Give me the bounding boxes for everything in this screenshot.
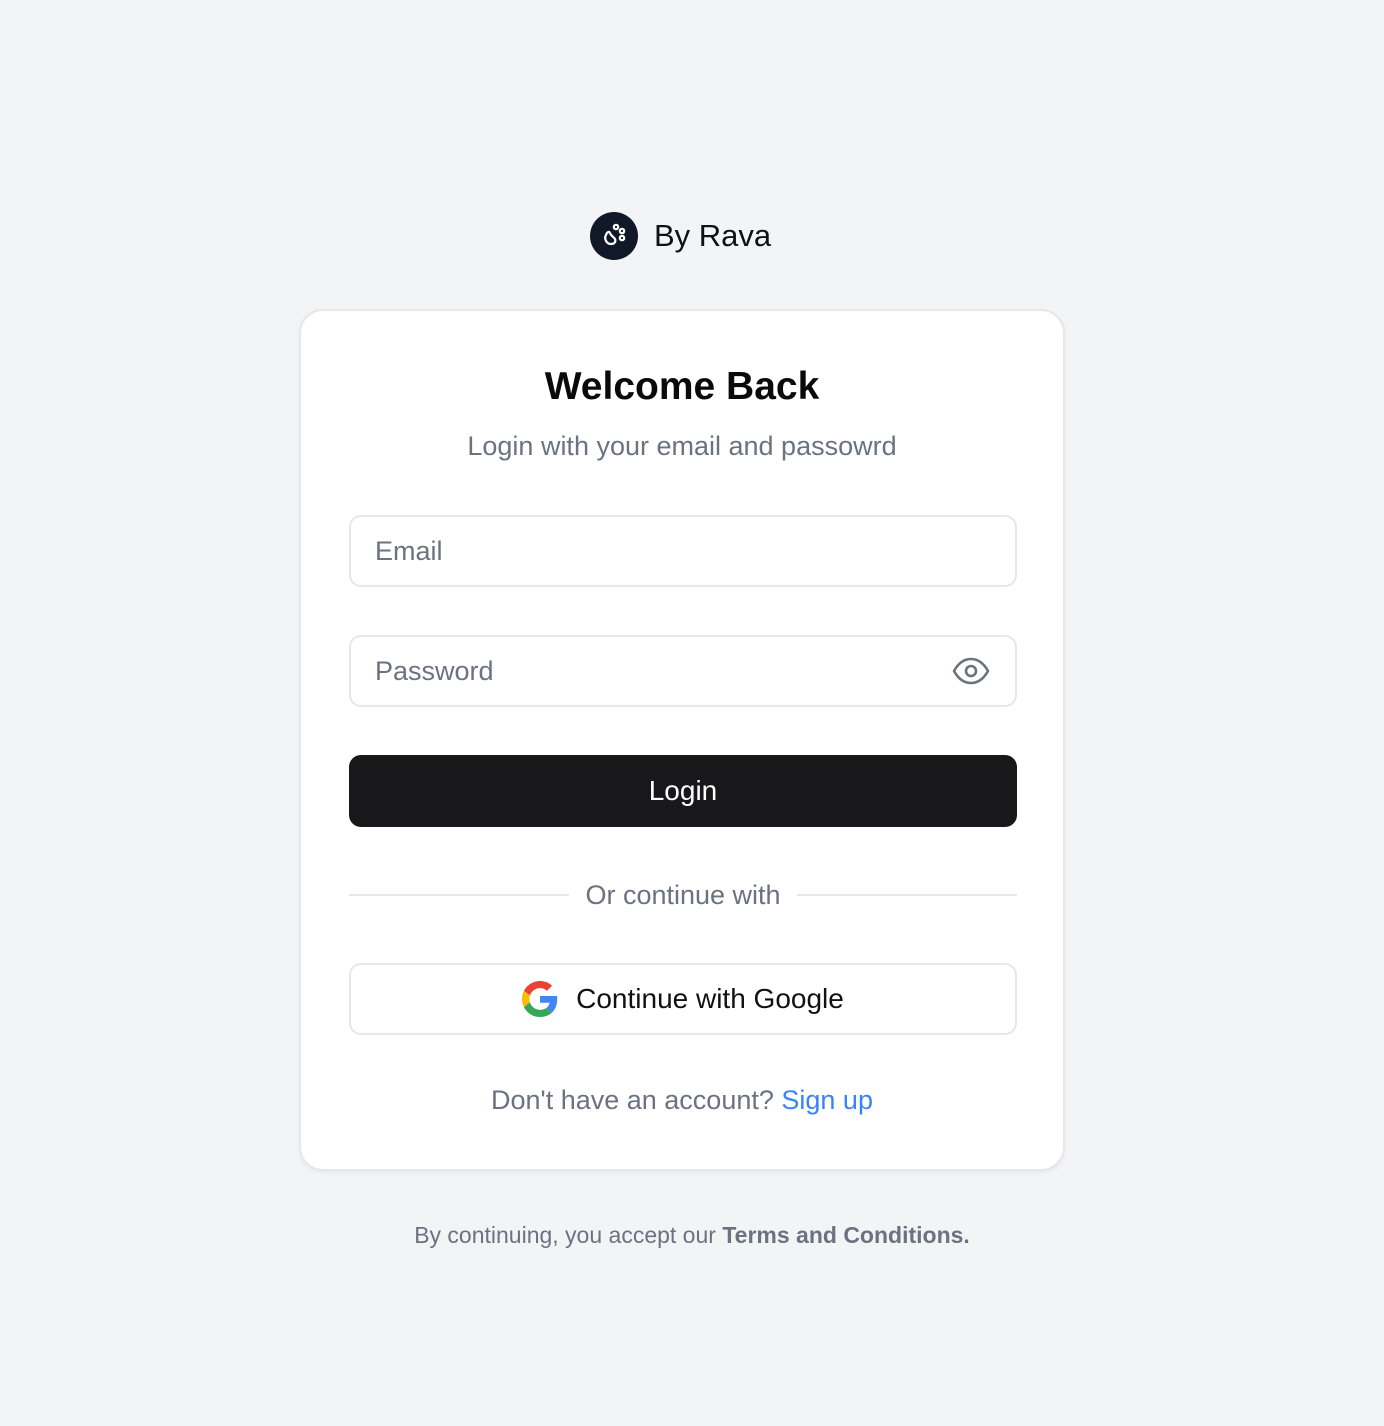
divider-line-right	[796, 894, 1017, 896]
divider-label: Or continue with	[585, 879, 781, 910]
login-card: Welcome Back Login with your email and p…	[299, 309, 1065, 1171]
login-button[interactable]: Login	[349, 755, 1017, 827]
brand-header: By Rava	[590, 212, 771, 260]
page-subtitle: Login with your email and passowrd	[467, 431, 897, 461]
eye-icon[interactable]	[951, 651, 991, 691]
google-icon	[522, 981, 558, 1017]
google-login-button[interactable]: Continue with Google	[349, 963, 1017, 1035]
divider: Or continue with	[349, 877, 1017, 913]
password-input[interactable]	[375, 655, 951, 687]
divider-line-left	[349, 894, 570, 896]
terms-link[interactable]: Terms and Conditions.	[722, 1222, 969, 1248]
email-input[interactable]	[375, 535, 991, 567]
terms-notice: By continuing, you accept our Terms and …	[0, 1222, 1384, 1249]
email-field[interactable]	[349, 515, 1017, 587]
google-button-label: Continue with Google	[576, 983, 844, 1014]
signup-prompt: Don't have an account?	[491, 1085, 774, 1115]
page-title: Welcome Back	[544, 365, 820, 408]
paw-icon	[590, 212, 638, 260]
terms-prefix: By continuing, you accept our	[414, 1222, 716, 1248]
password-field[interactable]	[349, 635, 1017, 707]
signup-link[interactable]: Sign up	[781, 1085, 873, 1115]
signup-row: Don't have an account? Sign up	[301, 1085, 1063, 1116]
brand-name: By Rava	[654, 218, 772, 253]
